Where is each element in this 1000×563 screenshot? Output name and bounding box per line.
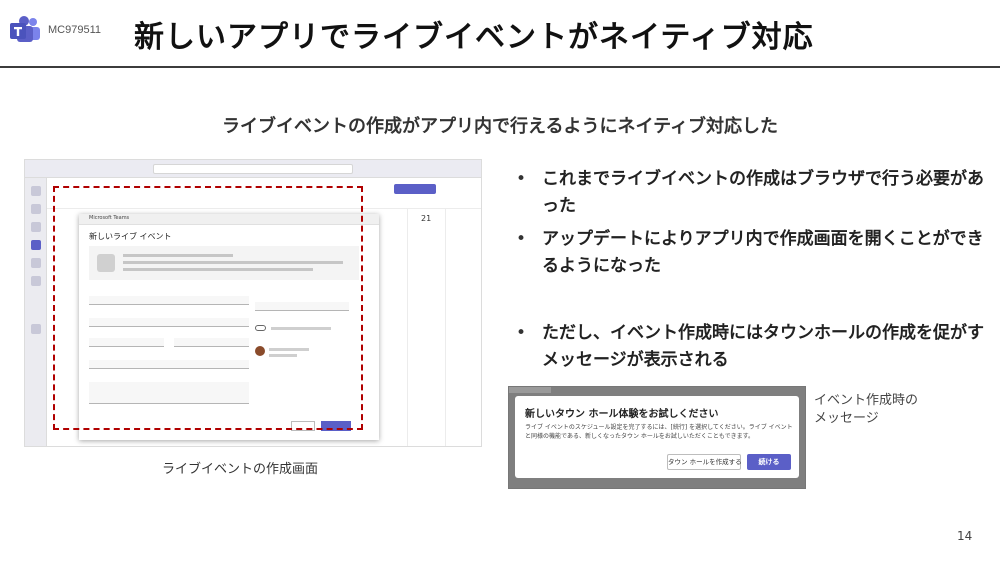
chat-icon — [31, 204, 41, 214]
teams-logo-icon — [10, 16, 40, 42]
prompt-title: 新しいタウン ホール体験をお試しください — [525, 409, 719, 420]
bullet-item: これまでライブイベントの作成はブラウザで行う必要があった — [516, 166, 986, 220]
screenshot-caption: ライブイベントの作成画面 — [162, 462, 319, 477]
search-box — [153, 164, 353, 174]
message-center-id: MC979511 — [48, 24, 101, 36]
highlight-dashed-frame — [53, 186, 363, 430]
app-rail — [25, 178, 47, 446]
slide-subtitle: ライブイベントの作成がアプリ内で行えるようにネイティブ対応した — [221, 116, 779, 137]
teams-icon — [31, 222, 41, 232]
slide-title: 新しいアプリでライブイベントがネイティブ対応 — [134, 20, 814, 55]
app-title-bar — [25, 160, 481, 178]
page-number: 14 — [957, 529, 973, 543]
grid-line — [407, 208, 408, 446]
calls-icon — [31, 258, 41, 268]
live-event-creation-screenshot: 21 Microsoft Teams 新しいライブ イベント — [24, 159, 482, 447]
town-hall-prompt-dialog: 新しいタウン ホール体験をお試しください ライブ イベントのスケジュール設定を完… — [515, 396, 799, 478]
activity-icon — [31, 186, 41, 196]
message-caption: イベント作成時の メッセージ — [814, 392, 918, 428]
prompt-body: ライブ イベントのスケジュール設定を完了するには、[続行] を選択してください。… — [525, 424, 793, 440]
header-divider — [0, 66, 1000, 68]
grid-line — [445, 208, 446, 446]
new-meeting-button — [394, 184, 436, 194]
calendar-day-number: 21 — [421, 214, 432, 223]
create-town-hall-button[interactable]: タウン ホールを作成する — [667, 454, 742, 470]
bullet-item: ただし、イベント作成時にはタウンホールの作成を促がすメッセージが表示される — [516, 320, 986, 374]
apps-icon — [31, 324, 41, 334]
town-hall-prompt-screenshot: 新しいタウン ホール体験をお試しください ライブ イベントのスケジュール設定を完… — [508, 386, 806, 489]
slide-header: MC979511 新しいアプリでライブイベントがネイティブ対応 — [0, 0, 1000, 68]
message-caption-line: イベント作成時の — [814, 393, 919, 408]
continue-button[interactable]: 続ける — [747, 454, 791, 470]
files-icon — [31, 276, 41, 286]
message-caption-line: メッセージ — [814, 411, 879, 426]
bullet-item: アップデートによりアプリ内で作成画面を開くことができるようになった — [516, 226, 986, 280]
calendar-icon — [31, 240, 41, 250]
background-tab — [509, 387, 551, 393]
